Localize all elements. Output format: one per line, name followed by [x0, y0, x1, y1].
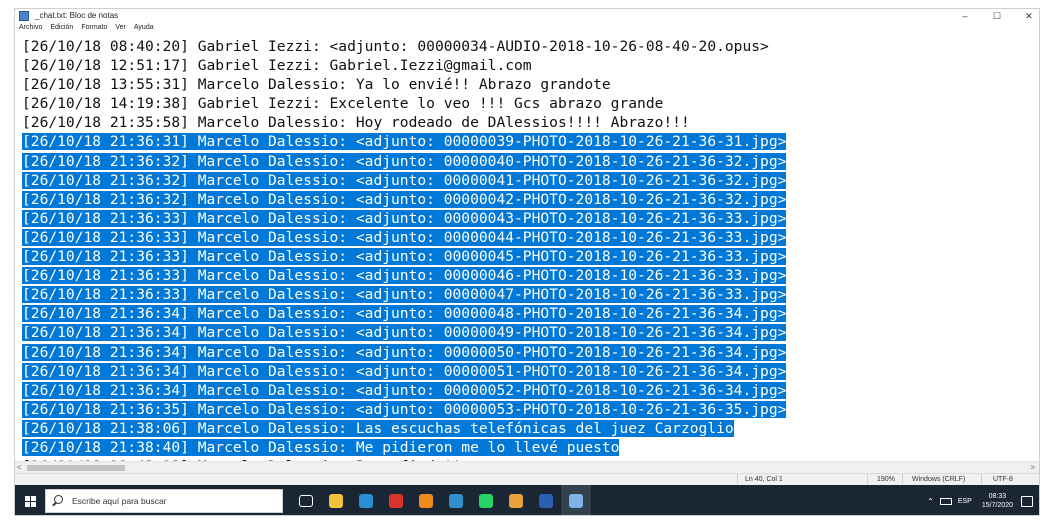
acrobat-icon[interactable] [381, 485, 411, 515]
text-editor[interactable]: [26/10/18 08:40:20] Gabriel Iezzi: <adju… [15, 33, 1039, 461]
text-line: [26/10/18 21:36:35] Marcelo Dalessio: <a… [22, 400, 1039, 419]
menu-ver[interactable]: Ver [115, 23, 126, 33]
text-line: [26/10/18 21:36:33] Marcelo Dalessio: <a… [22, 209, 1039, 228]
clock-time: 08:33 [988, 493, 1007, 500]
status-divider [981, 474, 982, 484]
title-bar[interactable]: _chat.txt: Bloc de notas – ☐ ✕ [15, 9, 1039, 23]
windows-logo-icon [24, 495, 36, 507]
tray-chevron-icon[interactable]: ⌃ [927, 497, 934, 506]
text-line: [26/10/18 21:36:33] Marcelo Dalessio: <a… [22, 228, 1039, 247]
line-text: [26/10/18 21:35:58] Marcelo Dalessio: Ho… [22, 114, 690, 132]
text-line: [26/10/18 21:38:06] Marcelo Dalessio: La… [22, 419, 1039, 438]
line-text: [26/10/18 21:36:33] Marcelo Dalessio: <a… [22, 228, 787, 246]
status-divider [867, 474, 868, 484]
line-text: [26/10/18 14:19:38] Gabriel Iezzi: Excel… [22, 95, 664, 113]
text-line: [26/10/18 21:36:33] Marcelo Dalessio: <a… [22, 247, 1039, 266]
line-text: [26/10/18 21:38:06] Marcelo Dalessio: La… [22, 419, 734, 437]
start-button[interactable] [15, 485, 45, 515]
line-text: [26/10/18 21:38:40] Marcelo Dalessio: Me… [22, 438, 620, 456]
window-title: _chat.txt: Bloc de notas [35, 11, 119, 20]
whatsapp-icon[interactable] [471, 485, 501, 515]
line-text: [26/10/18 21:36:32] Marcelo Dalessio: <a… [22, 152, 787, 170]
file-explorer-icon[interactable] [321, 485, 351, 515]
line-text: [26/10/18 21:36:35] Marcelo Dalessio: <a… [22, 400, 787, 418]
notepad-icon[interactable] [561, 485, 591, 515]
line-text: [26/10/18 21:36:31] Marcelo Dalessio: <a… [22, 133, 787, 151]
line-text: [26/10/18 21:36:32] Marcelo Dalessio: <a… [22, 171, 787, 189]
language-indicator[interactable]: ESP [958, 498, 972, 505]
taskbar-search[interactable]: Escribe aquí para buscar [45, 489, 283, 513]
line-text: [26/10/18 21:36:33] Marcelo Dalessio: <a… [22, 286, 787, 304]
text-line: [26/10/18 21:38:40] Marcelo Dalessio: Me… [22, 438, 1039, 457]
text-line: [26/10/18 21:36:34] Marcelo Dalessio: <a… [22, 343, 1039, 362]
text-line: [26/10/18 21:35:58] Marcelo Dalessio: Ho… [22, 113, 1039, 132]
notification-icon[interactable] [1021, 495, 1033, 507]
line-text: [26/10/18 21:36:34] Marcelo Dalessio: <a… [22, 305, 787, 323]
window-controls: – ☐ ✕ [959, 9, 1035, 23]
search-placeholder: Escribe aquí para buscar [72, 496, 167, 506]
taskbar-apps [291, 485, 591, 515]
status-divider [902, 474, 903, 484]
text-line: [26/10/18 21:36:34] Marcelo Dalessio: <a… [22, 381, 1039, 400]
vlc-icon[interactable] [411, 485, 441, 515]
text-line: [26/10/18 21:36:32] Marcelo Dalessio: <a… [22, 152, 1039, 171]
text-line: [26/10/18 21:36:32] Marcelo Dalessio: <a… [22, 171, 1039, 190]
text-line: [26/10/18 21:36:32] Marcelo Dalessio: <a… [22, 190, 1039, 209]
chat-app-icon[interactable] [441, 485, 471, 515]
text-line: [26/10/18 08:40:20] Gabriel Iezzi: <adju… [22, 37, 1039, 56]
clock[interactable]: 08:33 15/7/2020 [982, 492, 1013, 510]
line-text: [26/10/18 21:36:34] Marcelo Dalessio: <a… [22, 381, 787, 399]
line-text: [26/10/18 21:36:33] Marcelo Dalessio: <a… [22, 209, 787, 227]
menu-archivo[interactable]: Archivo [19, 23, 42, 33]
line-text: [26/10/18 21:36:34] Marcelo Dalessio: <a… [22, 324, 787, 342]
text-line: [26/10/18 14:19:38] Gabriel Iezzi: Excel… [22, 94, 1039, 113]
notepad-window: _chat.txt: Bloc de notas – ☐ ✕ Archivo E… [14, 8, 1040, 516]
system-tray: ⌃ ESP 08:33 15/7/2020 [927, 485, 1039, 515]
maximize-button[interactable]: ☐ [991, 9, 1003, 23]
minimize-button[interactable]: – [959, 9, 971, 23]
status-divider [737, 474, 738, 484]
chrome-icon[interactable] [501, 485, 531, 515]
line-text: [26/10/18 13:55:31] Marcelo Dalessio: Ya… [22, 76, 611, 94]
text-line: [26/10/18 21:36:34] Marcelo Dalessio: <a… [22, 323, 1039, 342]
text-line: [26/10/18 21:36:34] Marcelo Dalessio: <a… [22, 362, 1039, 381]
text-line: [26/10/18 12:51:17] Gabriel Iezzi: Gabri… [22, 56, 1039, 75]
line-text: [26/10/18 21:36:34] Marcelo Dalessio: <a… [22, 343, 787, 361]
search-icon [54, 495, 63, 504]
line-text: [26/10/18 21:36:33] Marcelo Dalessio: <a… [22, 267, 787, 285]
line-text: [26/10/18 21:36:34] Marcelo Dalessio: <a… [22, 362, 787, 380]
close-button[interactable]: ✕ [1023, 9, 1035, 23]
text-lines: [26/10/18 08:40:20] Gabriel Iezzi: <adju… [22, 37, 1039, 461]
menu-edicion[interactable]: Edición [50, 23, 73, 33]
menu-formato[interactable]: Formato [81, 23, 107, 33]
line-text: [26/10/18 12:51:17] Gabriel Iezzi: Gabri… [22, 57, 532, 75]
text-line: [26/10/18 21:36:31] Marcelo Dalessio: <a… [22, 132, 1039, 151]
word-icon[interactable] [531, 485, 561, 515]
text-line: [26/10/18 21:36:33] Marcelo Dalessio: <a… [22, 285, 1039, 304]
line-text: [26/10/18 08:40:20] Gabriel Iezzi: <adju… [22, 38, 769, 55]
clock-date: 15/7/2020 [981, 502, 1013, 509]
taskbar: Escribe aquí para buscar ⌃ ESP 08:33 15/… [15, 485, 1039, 515]
battery-icon[interactable] [939, 497, 952, 505]
menu-ayuda[interactable]: Ayuda [134, 23, 154, 33]
line-text: [26/10/18 21:36:32] Marcelo Dalessio: <a… [22, 190, 787, 208]
notepad-app-icon [19, 11, 29, 21]
text-line: [26/10/18 21:36:33] Marcelo Dalessio: <a… [22, 266, 1039, 285]
task-view-icon[interactable] [291, 485, 321, 515]
edge-icon[interactable] [351, 485, 381, 515]
scrollbar-thumb[interactable] [27, 465, 125, 471]
text-line: [26/10/18 13:55:31] Marcelo Dalessio: Ya… [22, 75, 1039, 94]
text-line: [26/10/18 21:36:34] Marcelo Dalessio: <a… [22, 304, 1039, 323]
line-text: [26/10/18 21:36:33] Marcelo Dalessio: <a… [22, 248, 787, 266]
menu-bar: Archivo Edición Formato Ver Ayuda [15, 23, 1039, 33]
